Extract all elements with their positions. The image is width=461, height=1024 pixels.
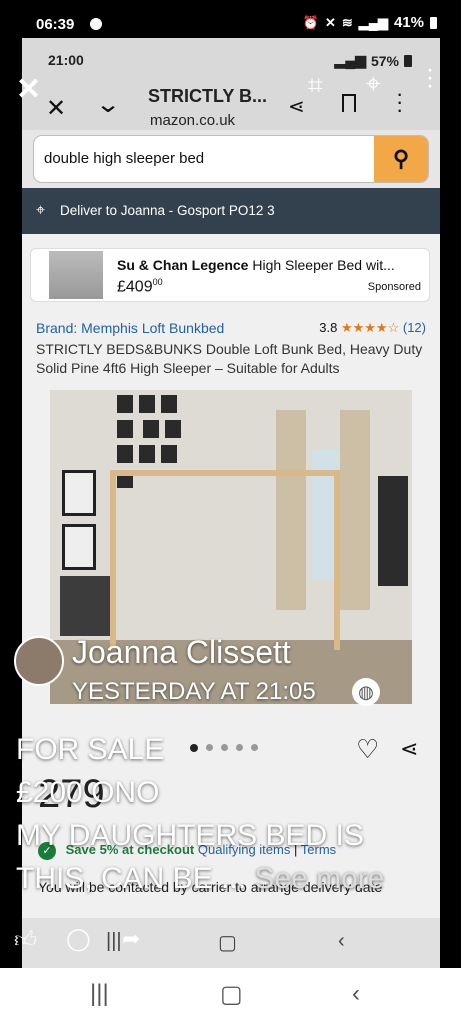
product-brand: Brand: Memphis Loft Bunkbed (36, 320, 225, 336)
see-more-link[interactable]: See more (254, 862, 384, 895)
product-title: STRICTLY BEDS&BUNKS Double Loft Bunk Bed… (36, 341, 423, 376)
avatar[interactable] (14, 636, 64, 686)
alarm-icon: ⏰ (302, 14, 319, 30)
battery-percent: 41% (393, 14, 424, 31)
deliver-to-text: Deliver to Joanna - Gosport PO12 3 (60, 203, 275, 218)
poster-info[interactable]: Joanna Clissett YESTERDAY AT 21:05 (14, 634, 316, 705)
poster-name[interactable]: Joanna Clissett (72, 634, 291, 671)
back-button[interactable]: ‹ (352, 980, 360, 1008)
curtain (340, 410, 370, 610)
comment-icon[interactable]: ◯ (66, 926, 91, 952)
story-caption[interactable]: FOR SALE £200 ONO MY DAUGHTERS BED IS TH… (16, 728, 456, 900)
sponsored-card: Su & Chan Legence High Sleeper Bed wit..… (30, 248, 430, 302)
deliver-to-bar: ⌖ Deliver to Joanna - Gosport PO12 3 (22, 188, 440, 234)
wifi-icon: ≋ (341, 14, 353, 30)
signal-icon: ▂▄▆ (358, 14, 388, 30)
sponsored-title: Su & Chan Legence High Sleeper Bed wit..… (117, 257, 395, 273)
caption-line: FOR SALE (16, 733, 165, 766)
search-query: double high sleeper bed (44, 150, 205, 167)
story-actions: 👍︎ ◯ ➦ (0, 920, 461, 960)
wall-frame (62, 524, 96, 570)
share-icon[interactable]: ➦ (122, 926, 140, 952)
wall-frame (62, 470, 96, 516)
search-icon: ⚲ (374, 136, 428, 182)
sponsored-thumbnail (49, 251, 103, 299)
caption-line: £200 ONO (16, 776, 160, 809)
rating-value: 3.8 (319, 320, 338, 335)
sponsored-brand: Su & Chan Legence (117, 257, 249, 273)
sponsored-label: Sponsored (367, 281, 421, 293)
facebook-notification-icon (90, 18, 102, 30)
caption-line: THIS, CAN BE ... (16, 862, 247, 895)
location-icon: ⌖ (36, 202, 46, 219)
story-top-controls: ✕ ⌗ ⌖ · · · (0, 58, 461, 120)
close-icon[interactable]: ✕ (16, 72, 41, 107)
location-pin-icon[interactable]: ⌖ (366, 68, 381, 100)
review-count: (12) (402, 320, 426, 335)
product-rating: 3.8 ★★★★☆ (12) (319, 320, 426, 336)
caption-line-last: THIS, CAN BE ... See more (16, 857, 456, 900)
recents-button[interactable]: ||| (90, 980, 109, 1008)
mute-icon: ✕ (324, 14, 336, 30)
sponsored-price-pence: 00 (152, 277, 163, 287)
like-icon[interactable]: 👍︎ (14, 926, 37, 953)
wall-sign (378, 476, 408, 586)
sponsored-price-main: £409 (117, 278, 153, 296)
globe-icon[interactable]: ◍ (352, 678, 380, 706)
more-vertical-icon[interactable]: · · · (426, 58, 434, 98)
tag-icon[interactable]: ⌗ (308, 70, 323, 102)
amazon-search-input: double high sleeper bed ⚲ (34, 136, 428, 182)
post-timestamp: YESTERDAY AT 21:05 (72, 678, 316, 705)
wall-letters (114, 394, 194, 488)
battery-icon (430, 16, 437, 29)
home-button[interactable]: ▢ (220, 980, 243, 1009)
crate (60, 576, 110, 636)
caption-line: MY DAUGHTERS BED IS (16, 819, 364, 852)
loft-bed-frame (110, 470, 340, 650)
phone-screen: 06:39 ⏰ ✕ ≋ ▂▄▆ 41% 21:00 ▂▄▆ 57% ✕ ⌄ ST… (0, 0, 461, 1024)
amazon-header: double high sleeper bed ⚲ ⌖ Deliver to J… (22, 130, 440, 234)
sponsored-price: £40900 (117, 277, 163, 296)
status-icons: ⏰ ✕ ≋ ▂▄▆ 41% (303, 14, 437, 31)
system-nav-bar: ||| ▢ ‹ (0, 968, 461, 1024)
rating-stars: ★★★★☆ (340, 320, 400, 335)
sponsored-product: High Sleeper Bed wit... (252, 257, 395, 273)
status-time: 06:39 (36, 16, 75, 33)
